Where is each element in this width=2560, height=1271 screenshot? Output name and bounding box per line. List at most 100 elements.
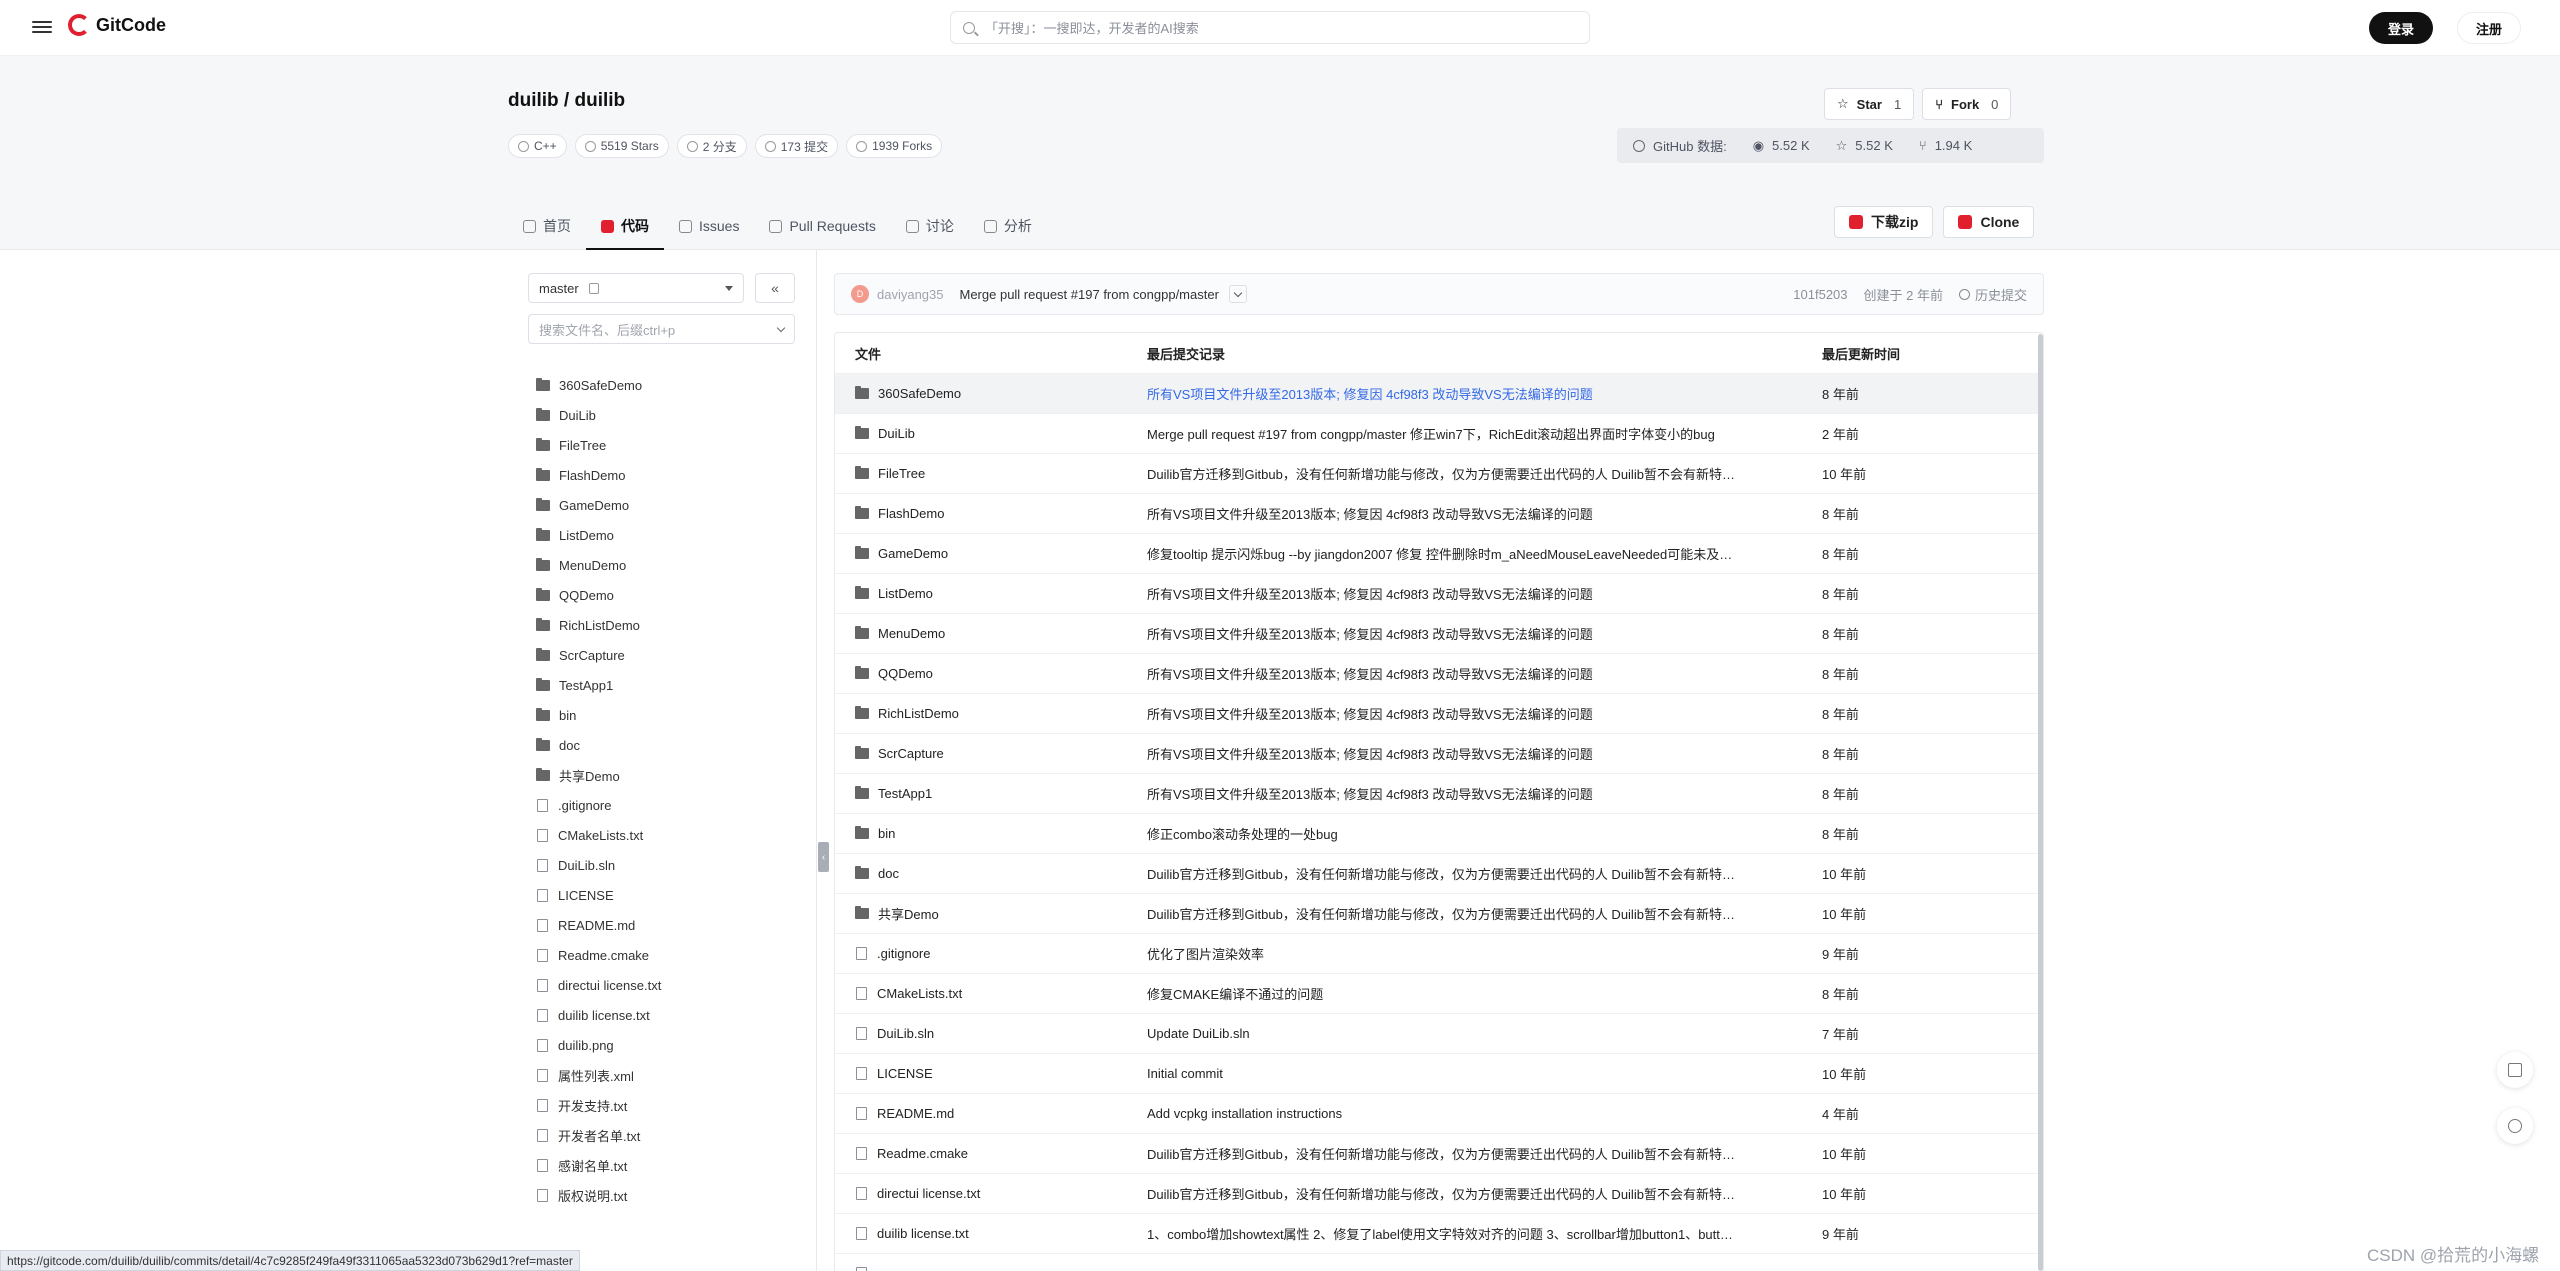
row-file-name[interactable]: MenuDemo xyxy=(835,626,1147,641)
table-row[interactable]: 共享Demo Duilib官方迁移到Gitbub，没有任何新增功能与修改，仅为方便… xyxy=(835,893,2043,933)
row-commit-message[interactable]: Duilib官方迁移到Gitbub，没有任何新增功能与修改，仅为方便需要迁出代码… xyxy=(1147,864,1822,883)
tree-item[interactable]: README.md xyxy=(536,910,661,940)
collapse-sidebar-button[interactable]: « xyxy=(755,273,795,303)
row-commit-message[interactable]: 所有VS项目文件升级至2013版本; 修复因 4cf98f3 改动导致VS无法编… xyxy=(1147,584,1822,603)
row-commit-message[interactable]: 修复CMAKE编译不通过的问题 xyxy=(1147,984,1822,1003)
hamburger-menu-icon[interactable] xyxy=(32,18,52,38)
table-row[interactable]: README.md Add vcpkg installation instruct… xyxy=(835,1093,2043,1133)
row-file-name[interactable]: FlashDemo xyxy=(835,506,1147,521)
row-commit-message[interactable]: 所有VS项目文件升级至2013版本; 修复因 4cf98f3 改动导致VS无法编… xyxy=(1147,744,1822,763)
table-row[interactable]: MenuDemo 所有VS项目文件升级至2013版本; 修复因 4cf98f3 改… xyxy=(835,613,2043,653)
tree-item[interactable]: DuiLib.sln xyxy=(536,850,661,880)
row-file-name[interactable]: DuiLib xyxy=(835,426,1147,441)
tree-item[interactable]: ScrCapture xyxy=(536,640,661,670)
repo-tag[interactable]: 1939 Forks xyxy=(846,134,943,158)
tab-1[interactable]: 代码 xyxy=(586,202,664,250)
table-row[interactable]: QQDemo 所有VS项目文件升级至2013版本; 修复因 4cf98f3 改动导… xyxy=(835,653,2043,693)
expand-commit-button[interactable] xyxy=(1228,285,1247,303)
tree-item[interactable]: Readme.cmake xyxy=(536,940,661,970)
commit-message[interactable]: Merge pull request #197 from congpp/mast… xyxy=(960,287,1219,302)
tree-item[interactable]: 开发支持.txt xyxy=(536,1090,661,1120)
tree-item[interactable]: duilib.png xyxy=(536,1030,661,1060)
tree-item[interactable]: 开发者名单.txt xyxy=(536,1120,661,1150)
row-file-name[interactable]: ListDemo xyxy=(835,586,1147,601)
row-commit-message[interactable]: Duilib官方迁移到Gitbub，没有任何新增功能与修改，仅为方便需要迁出代码… xyxy=(1147,1184,1822,1203)
tree-item[interactable]: FileTree xyxy=(536,430,661,460)
tree-item[interactable]: duilib license.txt xyxy=(536,1000,661,1030)
table-row[interactable]: Readme.cmake Duilib官方迁移到Gitbub，没有任何新增功能与修… xyxy=(835,1133,2043,1173)
row-commit-message[interactable]: Add vcpkg installation instructions xyxy=(1147,1106,1822,1121)
star-button[interactable]: ☆ Star 1 xyxy=(1824,88,1915,120)
row-commit-message[interactable]: Merge pull request #197 from congpp/mast… xyxy=(1147,424,1822,443)
commit-hash[interactable]: 101f5203 xyxy=(1793,287,1847,302)
row-file-name[interactable]: doc xyxy=(835,866,1147,881)
table-row[interactable]: DuiLib.sln Update DuiLib.sln 7 年前 xyxy=(835,1013,2043,1053)
gitcode-logo[interactable]: GitCode xyxy=(68,14,166,36)
table-row[interactable]: 360SafeDemo 所有VS项目文件升级至2013版本; 修复因 4cf98f… xyxy=(835,373,2043,413)
table-row[interactable]: FlashDemo 所有VS项目文件升级至2013版本; 修复因 4cf98f3 … xyxy=(835,493,2043,533)
row-file-name[interactable]: 360SafeDemo xyxy=(835,386,1147,401)
tree-item[interactable]: bin xyxy=(536,700,661,730)
table-row[interactable]: ListDemo 所有VS项目文件升级至2013版本; 修复因 4cf98f3 改… xyxy=(835,573,2043,613)
tree-item[interactable]: .gitignore xyxy=(536,790,661,820)
tree-item[interactable]: LICENSE xyxy=(536,880,661,910)
row-commit-message[interactable]: 所有VS项目文件升级至2013版本; 修复因 4cf98f3 改动导致VS无法编… xyxy=(1147,784,1822,803)
tree-item[interactable]: doc xyxy=(536,730,661,760)
row-file-name[interactable]: ScrCapture xyxy=(835,746,1147,761)
tree-item[interactable]: 共享Demo xyxy=(536,760,661,790)
tab-2[interactable]: Issues xyxy=(664,202,754,250)
tree-item[interactable]: directui license.txt xyxy=(536,970,661,1000)
table-row[interactable]: RichListDemo 所有VS项目文件升级至2013版本; 修复因 4cf98… xyxy=(835,693,2043,733)
clone-button[interactable]: Clone xyxy=(1943,206,2035,238)
tree-item[interactable]: 版权说明.txt xyxy=(536,1180,661,1210)
avatar[interactable]: D xyxy=(851,285,869,303)
row-file-name[interactable]: LICENSE xyxy=(835,1066,1147,1081)
row-commit-message[interactable]: Duilib官方迁移到Gitbub，没有任何新增功能与修改，仅为方便需要迁出代码… xyxy=(1147,904,1822,923)
branch-selector[interactable]: master xyxy=(528,273,744,303)
row-commit-message[interactable]: 修正combo滚动条处理的一处bug xyxy=(1147,824,1822,843)
fork-button[interactable]: ⑂ Fork 0 xyxy=(1922,88,2012,120)
tab-0[interactable]: 首页 xyxy=(508,202,586,250)
row-file-name[interactable]: QQDemo xyxy=(835,666,1147,681)
tree-item[interactable]: FlashDemo xyxy=(536,460,661,490)
row-file-name[interactable]: directui license.txt xyxy=(835,1186,1147,1201)
row-file-name[interactable]: TestApp1 xyxy=(835,786,1147,801)
table-row[interactable]: duilib license.txt 1、combo增加showtext属性 2、… xyxy=(835,1213,2043,1253)
row-commit-message[interactable]: 1、combo增加showtext属性 2、修复了label使用文字特效对齐的问… xyxy=(1147,1224,1822,1243)
table-row[interactable]: bin 修正combo滚动条处理的一处bug 8 年前 xyxy=(835,813,2043,853)
tab-5[interactable]: 分析 xyxy=(969,202,1047,250)
repo-tag[interactable]: 5519 Stars xyxy=(574,134,669,158)
history-commits-link[interactable]: 历史提交 xyxy=(1958,285,2027,304)
row-file-name[interactable]: Readme.cmake xyxy=(835,1146,1147,1161)
tree-item[interactable]: 360SafeDemo xyxy=(536,370,661,400)
floating-help-button[interactable] xyxy=(2497,1108,2533,1144)
tab-3[interactable]: Pull Requests xyxy=(754,202,890,250)
table-scrollbar[interactable] xyxy=(2038,334,2043,1271)
row-commit-message[interactable]: 所有VS项目文件升级至2013版本; 修复因 4cf98f3 改动导致VS无法编… xyxy=(1147,704,1822,723)
table-row[interactable]: directui license.txt Duilib官方迁移到Gitbub，没有… xyxy=(835,1173,2043,1213)
row-file-name[interactable]: GameDemo xyxy=(835,546,1147,561)
table-row[interactable]: ScrCapture 所有VS项目文件升级至2013版本; 修复因 4cf98f3… xyxy=(835,733,2043,773)
register-button[interactable]: 注册 xyxy=(2457,12,2521,44)
floating-feedback-button[interactable] xyxy=(2497,1052,2533,1088)
repo-title[interactable]: duilib / duilib xyxy=(508,90,625,112)
row-commit-message[interactable]: 优化了图片渲染效率 xyxy=(1147,944,1822,963)
table-row[interactable]: CMakeLists.txt 修复CMAKE编译不通过的问题 8 年前 xyxy=(835,973,2043,1013)
repo-tag[interactable]: C++ xyxy=(508,134,567,158)
tree-item[interactable]: 感谢名单.txt xyxy=(536,1150,661,1180)
tree-item[interactable]: GameDemo xyxy=(536,490,661,520)
row-file-name[interactable]: DuiLib.sln xyxy=(835,1026,1147,1041)
tree-item[interactable]: MenuDemo xyxy=(536,550,661,580)
row-commit-message[interactable]: Duilib官方迁移到Gitbub，没有任何新增功能与修改，仅为方便需要迁出代码… xyxy=(1147,1144,1822,1163)
row-file-name[interactable]: bin xyxy=(835,826,1147,841)
table-row[interactable]: doc Duilib官方迁移到Gitbub，没有任何新增功能与修改，仅为方便需要迁… xyxy=(835,853,2043,893)
global-search-input[interactable]: 「开搜」：一搜即达，开发者的AI搜索 xyxy=(950,11,1590,44)
download-zip-button[interactable]: 下载zip xyxy=(1834,206,1934,238)
row-commit-message[interactable]: Initial commit xyxy=(1147,1066,1822,1081)
table-row[interactable]: GameDemo 修复tooltip 提示闪烁bug --by jiangdon2… xyxy=(835,533,2043,573)
row-file-name[interactable]: README.md xyxy=(835,1106,1147,1121)
row-file-name[interactable]: duilib license.txt xyxy=(835,1226,1147,1241)
tree-item[interactable]: TestApp1 xyxy=(536,670,661,700)
row-file-name[interactable]: FileTree xyxy=(835,466,1147,481)
repo-tag[interactable]: 2 分支 xyxy=(676,134,747,158)
